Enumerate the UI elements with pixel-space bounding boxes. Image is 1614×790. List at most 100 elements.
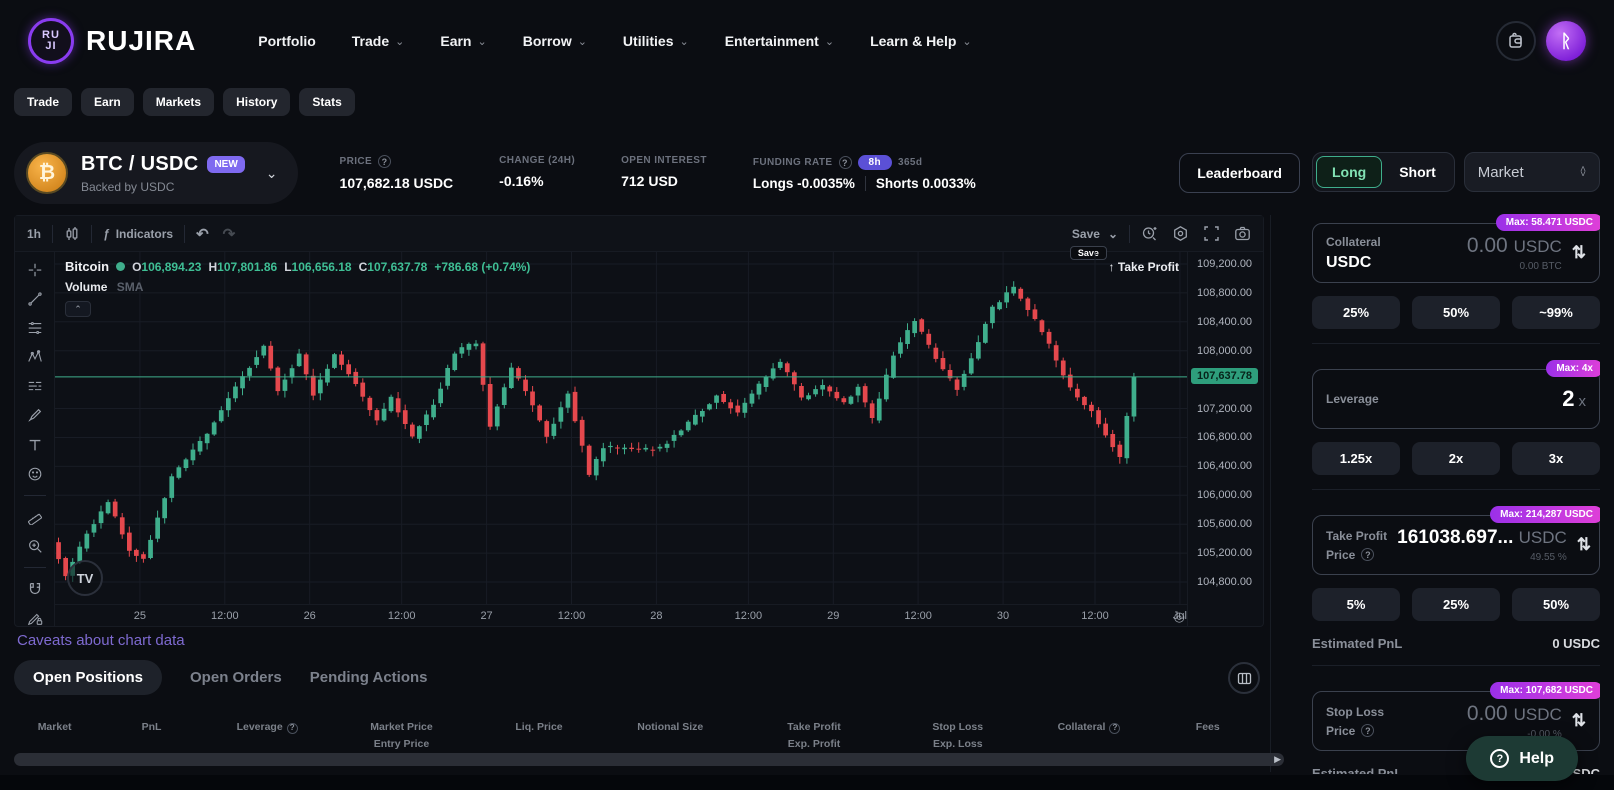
horizontal-scrollbar[interactable]: ▶	[14, 753, 1284, 766]
leaderboard-button[interactable]: Leaderboard	[1179, 153, 1300, 193]
swap-icon[interactable]: ⇅	[1572, 243, 1586, 263]
lock-drawing-tool-icon[interactable]	[26, 610, 44, 626]
quick-button-3x[interactable]: 3x	[1512, 442, 1600, 475]
quick-button-1-25x[interactable]: 1.25x	[1312, 442, 1400, 475]
quick-button-99[interactable]: ~99%	[1512, 296, 1600, 329]
zoom-tool-icon[interactable]	[26, 538, 44, 554]
interval-button[interactable]: 1h	[27, 227, 41, 241]
chart-panel: 1h ƒ Indicators ↶ ↷ Save Save ⌄ Bitcoin …	[14, 215, 1264, 627]
funding-toggle-365d[interactable]: 365d	[898, 157, 922, 168]
forecast-tool-icon[interactable]	[26, 378, 44, 394]
camera-icon	[1235, 226, 1250, 241]
time-axis[interactable]: ◎ 25 12:00 26 12:00 27 12:00 28 12:00 29 12:00 30 1…	[55, 604, 1187, 626]
help-icon[interactable]: ?	[1109, 722, 1121, 734]
fib-lines-tool-icon[interactable]	[26, 320, 44, 336]
rune-icon: ᚱ	[1560, 30, 1572, 51]
leverage-value[interactable]: 2	[1562, 386, 1574, 411]
help-button[interactable]: ? Help	[1466, 736, 1578, 781]
subnav-trade[interactable]: Trade	[14, 88, 73, 116]
tradingview-logo[interactable]: TV	[67, 560, 103, 596]
positions-tab-open-positions[interactable]: Open Positions	[14, 660, 163, 695]
save-dropdown-chevron[interactable]: ⌄	[1108, 227, 1118, 241]
take-profit-max-badge[interactable]: Max: 214,287 USDC	[1490, 506, 1600, 523]
help-icon[interactable]: ?	[286, 722, 298, 734]
collapse-pane-button[interactable]: ⌃	[65, 301, 91, 317]
y-axis-label: 107,200.00	[1197, 402, 1253, 415]
caveats-link[interactable]: Caveats about chart data	[17, 632, 185, 649]
leverage-max-badge[interactable]: Max: 4x	[1546, 360, 1600, 377]
quick-button-50[interactable]: 50%	[1512, 588, 1600, 621]
rujira-logo-icon[interactable]: RU JI	[28, 18, 74, 64]
take-profit-value[interactable]: 161038.697...	[1397, 527, 1513, 548]
pattern-tool-icon[interactable]	[26, 349, 44, 365]
stop-loss-max-badge[interactable]: Max: 107,682 USDC	[1490, 682, 1600, 699]
magnet-tool-icon[interactable]	[26, 581, 44, 597]
help-icon[interactable]: ?	[1361, 724, 1375, 737]
quick-button-50[interactable]: 50%	[1412, 296, 1500, 329]
legend-symbol[interactable]: Bitcoin	[65, 259, 109, 274]
chevron-down-icon: ⌄	[824, 35, 835, 48]
take-profit-input[interactable]: Max: 214,287 USDC Take Profit Price? 161…	[1312, 506, 1600, 575]
tab-long[interactable]: Long	[1316, 156, 1383, 188]
save-button[interactable]: Save Save	[1069, 227, 1107, 260]
candle-style-button[interactable]	[64, 226, 80, 242]
positions-tab-open-orders[interactable]: Open Orders	[190, 660, 282, 695]
measure-tool-icon[interactable]	[26, 509, 44, 525]
wallet-icon-button[interactable]	[1496, 21, 1536, 61]
collateral-value[interactable]: 0.00	[1467, 234, 1508, 257]
price-axis[interactable]: 107,637.78 109,200.00 108,800.00 108,400.0…	[1187, 252, 1263, 626]
topnav-trade[interactable]: Trade ⌄	[352, 33, 405, 49]
topnav-entertainment[interactable]: Entertainment ⌄	[725, 33, 834, 49]
subnav-stats[interactable]: Stats	[299, 88, 355, 116]
collateral-section: Max: 58.471 USDC Collateral USDC 0.00 US…	[1312, 198, 1600, 343]
leverage-input[interactable]: Max: 4x Leverage 2x	[1312, 360, 1600, 429]
help-icon[interactable]: ?	[838, 156, 852, 169]
collateral-max-badge[interactable]: Max: 58.471 USDC	[1495, 214, 1600, 231]
funding-toggle-8h[interactable]: 8h	[857, 155, 892, 170]
y-axis-label: 108,000.00	[1197, 344, 1253, 357]
subnav-earn[interactable]: Earn	[81, 88, 134, 116]
alert-button[interactable]	[1141, 225, 1158, 242]
screenshot-button[interactable]	[1234, 225, 1251, 242]
swap-icon[interactable]: ⇅	[1577, 535, 1591, 555]
indicators-button[interactable]: ƒ Indicators	[103, 227, 173, 241]
topnav-borrow[interactable]: Borrow ⌄	[523, 33, 587, 49]
trendline-tool-icon[interactable]	[26, 291, 44, 307]
crosshair-tool-icon[interactable]	[26, 262, 44, 278]
topnav-portfolio[interactable]: Portfolio	[258, 33, 316, 49]
stop-loss-value[interactable]: 0.00	[1467, 702, 1508, 725]
swap-icon[interactable]: ⇅	[1572, 711, 1586, 731]
columns-settings-button[interactable]	[1228, 662, 1260, 694]
topnav-utilities[interactable]: Utilities ⌄	[623, 33, 689, 49]
quick-button-2x[interactable]: 2x	[1412, 442, 1500, 475]
subnav-markets[interactable]: Markets	[142, 88, 215, 116]
legend-volume[interactable]: Volume	[65, 280, 107, 294]
redo-button[interactable]: ↷	[223, 225, 236, 243]
chart-plot-area[interactable]: Bitcoin O106,894.23 H107,801.86 L106,656…	[55, 252, 1187, 626]
topnav-learn-help[interactable]: Learn & Help ⌄	[870, 33, 972, 49]
rune-account-button[interactable]: ᚱ	[1546, 21, 1586, 61]
positions-tab-pending-actions[interactable]: Pending Actions	[310, 660, 428, 695]
undo-button[interactable]: ↶	[196, 225, 209, 243]
brush-tool-icon[interactable]	[26, 407, 44, 423]
column-label: PnL	[141, 721, 162, 733]
order-type-select[interactable]: Market ˄ ˅	[1463, 152, 1600, 192]
subnav-history[interactable]: History	[223, 88, 291, 116]
market-selector[interactable]: ₿ BTC / USDC NEW Backed by USDC ⌄	[14, 142, 298, 204]
fullscreen-button[interactable]	[1203, 225, 1220, 242]
column-header-take-profit: Take Profit Exp. Profit	[739, 719, 889, 753]
quick-button-25[interactable]: 25%	[1412, 588, 1500, 621]
quick-button-25[interactable]: 25%	[1312, 296, 1400, 329]
column-label: Stop Loss	[932, 721, 984, 733]
collateral-input[interactable]: Max: 58.471 USDC Collateral USDC 0.00 US…	[1312, 214, 1600, 283]
topnav-earn[interactable]: Earn ⌄	[440, 33, 486, 49]
text-tool-icon[interactable]	[26, 437, 44, 453]
emoji-tool-icon[interactable]	[26, 466, 44, 482]
help-icon[interactable]: ?	[1361, 548, 1375, 561]
help-icon[interactable]: ?	[378, 155, 392, 168]
tab-short[interactable]: Short	[1384, 157, 1451, 187]
quick-button-5[interactable]: 5%	[1312, 588, 1400, 621]
brand-wordmark[interactable]: RUJIRA	[86, 25, 196, 57]
positions-table-header: Market PnL Leverage? Market Price Entry Pric…	[14, 719, 1264, 753]
chart-settings-button[interactable]	[1172, 225, 1189, 242]
